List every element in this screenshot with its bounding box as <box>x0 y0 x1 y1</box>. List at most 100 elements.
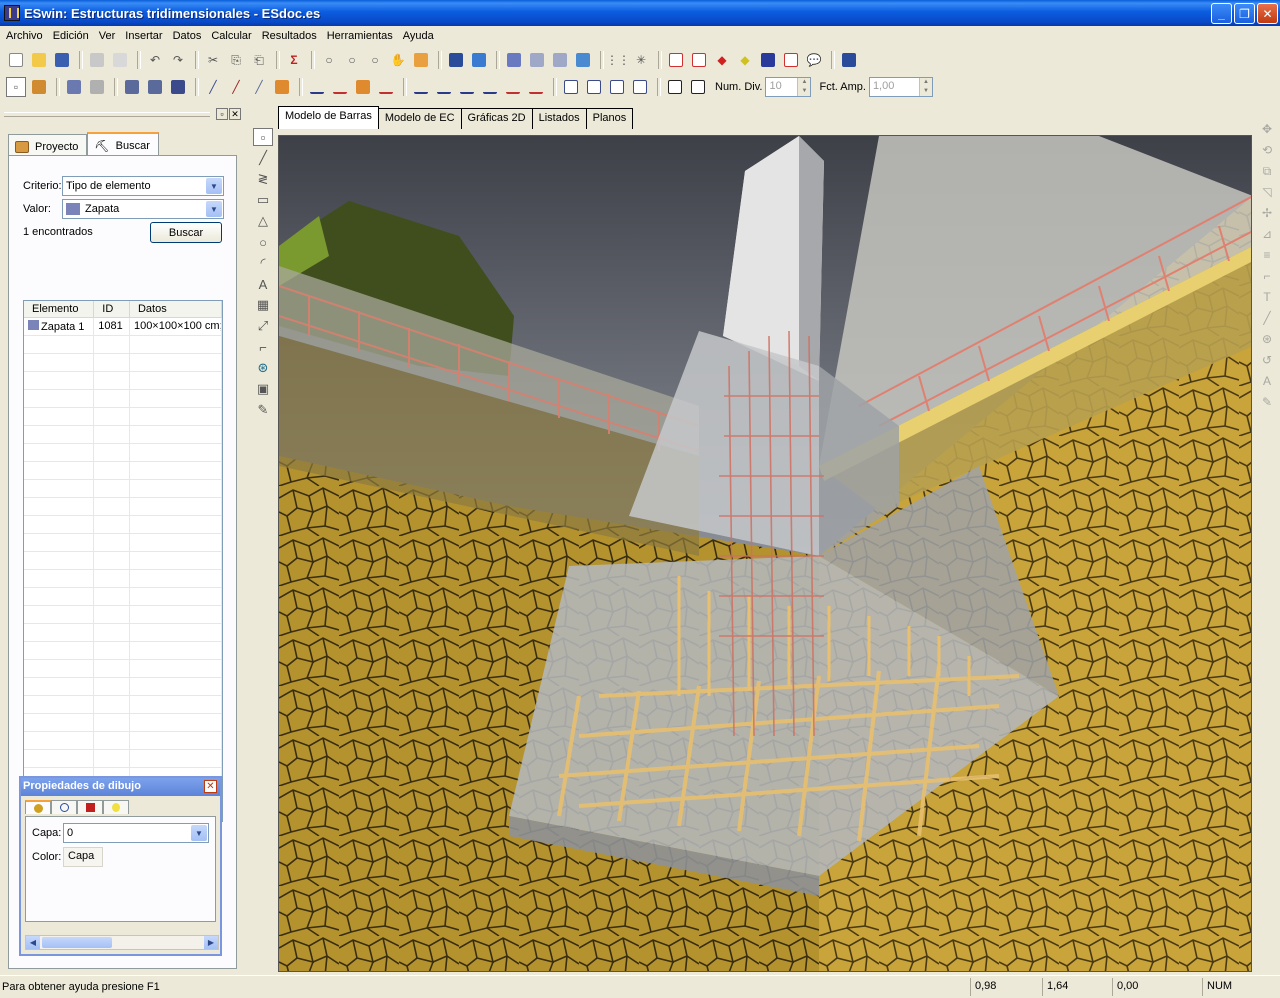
panel-close-icon[interactable]: ✕ <box>229 108 241 120</box>
comment-icon[interactable]: 💬 <box>804 50 824 70</box>
tab-snap[interactable] <box>51 800 77 814</box>
3d-viewport[interactable] <box>278 135 1252 972</box>
undo-icon[interactable]: ↶ <box>145 50 165 70</box>
node-2-icon[interactable] <box>87 77 107 97</box>
tab-layer-color[interactable] <box>25 800 51 814</box>
element-3-icon[interactable] <box>353 77 373 97</box>
chevron-down-icon[interactable]: ▼ <box>206 201 222 217</box>
menu-ver[interactable]: Ver <box>95 30 122 42</box>
tab-display[interactable] <box>77 800 103 814</box>
view-1-icon[interactable] <box>411 77 431 97</box>
doc-1-icon[interactable] <box>665 77 685 97</box>
dimension-icon[interactable]: ⤢ <box>253 317 273 335</box>
tab-buscar[interactable]: ⛏ Buscar <box>87 132 159 155</box>
transform-1-icon[interactable]: ✥ <box>1257 120 1277 138</box>
tab-graficas-2d[interactable]: Gráficas 2D <box>460 108 533 129</box>
support-2-icon[interactable] <box>145 77 165 97</box>
chevron-down-icon[interactable]: ▼ <box>206 178 222 194</box>
zoom-in-icon[interactable]: ○ <box>342 50 362 70</box>
page-1-icon[interactable] <box>561 77 581 97</box>
leader-icon[interactable]: ⌐ <box>253 338 273 356</box>
transform-13-icon[interactable]: A <box>1257 372 1277 390</box>
new-icon[interactable] <box>6 50 26 70</box>
copy-icon[interactable]: ⎘ <box>226 50 246 70</box>
capa-select[interactable]: 0 ▼ <box>63 823 209 843</box>
bar-red-icon[interactable]: ╱ <box>226 77 246 97</box>
nodes-icon[interactable] <box>469 50 489 70</box>
menu-archivo[interactable]: Archivo <box>2 30 49 42</box>
print-preview-icon[interactable] <box>110 50 130 70</box>
panel-grip[interactable] <box>4 112 210 117</box>
grid-header-datos[interactable]: Datos <box>130 301 222 317</box>
bar-icon[interactable]: ╱ <box>203 77 223 97</box>
transform-9-icon[interactable]: T <box>1257 288 1277 306</box>
support-3-icon[interactable] <box>168 77 188 97</box>
structure-icon[interactable] <box>446 50 466 70</box>
fct-amp-input[interactable]: 1,00 <box>868 77 933 97</box>
image-icon[interactable]: ▣ <box>253 380 273 398</box>
chevron-down-icon[interactable]: ▼ <box>191 825 207 841</box>
pencil-icon[interactable]: ✎ <box>253 401 273 419</box>
criterio-select[interactable]: Tipo de elemento ▼ <box>62 176 224 196</box>
calc-icon[interactable] <box>573 50 593 70</box>
select-icon[interactable]: ▫ <box>6 77 26 97</box>
element-2-icon[interactable] <box>330 77 350 97</box>
layers-stack-icon[interactable] <box>29 77 49 97</box>
element-icon[interactable] <box>307 77 327 97</box>
transform-14-icon[interactable]: ✎ <box>1257 393 1277 411</box>
node-icon[interactable] <box>64 77 84 97</box>
transform-12-icon[interactable]: ↺ <box>1257 351 1277 369</box>
page-3-icon[interactable] <box>607 77 627 97</box>
bar-2-icon[interactable]: ╱ <box>249 77 269 97</box>
diagram-2-icon[interactable] <box>689 50 709 70</box>
view-4-icon[interactable] <box>480 77 500 97</box>
print-icon[interactable] <box>87 50 107 70</box>
doc-2-icon[interactable] <box>688 77 708 97</box>
arc-icon[interactable]: ◜ <box>253 254 273 272</box>
polyline-icon[interactable]: ≷ <box>253 170 273 188</box>
load-2-icon[interactable] <box>527 50 547 70</box>
scroll-left-icon[interactable]: ◀ <box>26 936 40 949</box>
support-icon[interactable] <box>122 77 142 97</box>
select-icon[interactable]: ▫ <box>253 128 273 146</box>
view-3-icon[interactable] <box>457 77 477 97</box>
view-home-icon[interactable] <box>411 50 431 70</box>
tab-listados[interactable]: Listados <box>531 108 587 129</box>
transform-5-icon[interactable]: ✢ <box>1257 204 1277 222</box>
table-row[interactable]: Zapata 1 1081 100×100×100 cm; <box>24 318 222 336</box>
menu-herramientas[interactable]: Herramientas <box>323 30 399 42</box>
open-icon[interactable] <box>29 50 49 70</box>
triangle-icon[interactable]: △ <box>253 212 273 230</box>
transform-6-icon[interactable]: ⊿ <box>1257 225 1277 243</box>
save-icon[interactable] <box>52 50 72 70</box>
transform-8-icon[interactable]: ⌐ <box>1257 267 1277 285</box>
menu-insertar[interactable]: Insertar <box>121 30 168 42</box>
transform-2-icon[interactable]: ⟲ <box>1257 141 1277 159</box>
tab-modelo-de-ec[interactable]: Modelo de EC <box>377 108 462 129</box>
view-6-icon[interactable] <box>526 77 546 97</box>
transform-10-icon[interactable]: ╱ <box>1257 309 1277 327</box>
line-icon[interactable]: ╱ <box>253 149 273 167</box>
search-button[interactable]: Buscar <box>150 222 222 243</box>
close-icon[interactable]: ✕ <box>1257 3 1278 24</box>
redo-icon[interactable]: ↷ <box>168 50 188 70</box>
menu-resultados[interactable]: Resultados <box>258 30 323 42</box>
tab-light[interactable] <box>103 800 129 814</box>
close-icon[interactable]: ✕ <box>204 780 217 793</box>
menu-ayuda[interactable]: Ayuda <box>399 30 440 42</box>
menu-edicion[interactable]: Edición <box>49 30 95 42</box>
tab-planos[interactable]: Planos <box>585 108 634 129</box>
page-2-icon[interactable] <box>584 77 604 97</box>
tab-proyecto[interactable]: Proyecto <box>8 134 88 155</box>
table-icon[interactable]: ▦ <box>253 296 273 314</box>
tab-modelo-de-barras[interactable]: Modelo de Barras <box>278 106 379 129</box>
color-value[interactable]: Capa <box>63 847 103 867</box>
num-div-input[interactable]: 10 <box>765 77 812 97</box>
valor-select[interactable]: Zapata ▼ <box>62 199 224 219</box>
menu-datos[interactable]: Datos <box>169 30 208 42</box>
yellow-diamond-icon[interactable]: ◆ <box>735 50 755 70</box>
diagram-icon[interactable] <box>666 50 686 70</box>
restore-icon[interactable]: ❐ <box>1234 3 1255 24</box>
rectangle-icon[interactable]: ▭ <box>253 191 273 209</box>
layers-icon[interactable] <box>839 50 859 70</box>
